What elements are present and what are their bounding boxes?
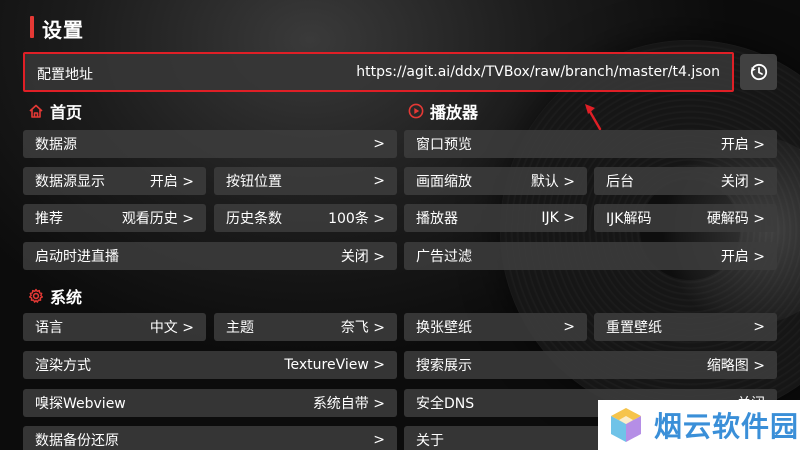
section-player-label: 播放器 xyxy=(430,103,479,122)
row-render-mode[interactable]: 渲染方式 TextureView > xyxy=(23,351,397,379)
row-button-position-label: 按钮位置 xyxy=(226,174,282,190)
section-player: 播放器 xyxy=(408,99,478,123)
row-scaling-value: 默认 > xyxy=(530,174,575,190)
row-source-display[interactable]: 数据源显示 开启 > xyxy=(23,167,206,195)
row-render-mode-value: TextureView > xyxy=(284,357,385,373)
row-ijk-decode[interactable]: IJK解码 硬解码 > xyxy=(594,204,777,232)
row-ad-filter[interactable]: 广告过滤 开启 > xyxy=(404,242,777,270)
row-backup-restore-value: > xyxy=(373,432,385,448)
row-background-value: 关闭 > xyxy=(720,174,765,190)
history-icon xyxy=(750,63,767,81)
row-background[interactable]: 后台 关闭 > xyxy=(594,167,777,195)
row-player[interactable]: 播放器 IJK > xyxy=(404,204,587,232)
row-search-display[interactable]: 搜索展示 缩略图 > xyxy=(404,351,777,379)
row-recommend-label: 推荐 xyxy=(35,211,63,227)
row-search-display-value: 缩略图 > xyxy=(706,358,765,374)
row-source-label: 数据源 xyxy=(35,137,77,153)
row-history-count-value: 100条 > xyxy=(328,211,385,227)
row-window-preview-label: 窗口预览 xyxy=(416,137,472,153)
row-recommend[interactable]: 推荐 观看历史 > xyxy=(23,204,206,232)
row-about-label: 关于 xyxy=(416,433,444,449)
row-language[interactable]: 语言 中文 > xyxy=(23,313,206,341)
row-source-value: > xyxy=(373,136,385,152)
row-secure-dns-label: 安全DNS xyxy=(416,396,475,412)
row-change-wallpaper[interactable]: 换张壁纸 > xyxy=(404,313,587,341)
row-history-count[interactable]: 历史条数 100条 > xyxy=(214,204,397,232)
row-startup-live[interactable]: 启动时进直播 关闭 > xyxy=(23,242,397,270)
row-background-label: 后台 xyxy=(606,174,634,190)
row-change-wallpaper-value: > xyxy=(563,319,575,335)
title-accent-bar xyxy=(30,16,34,38)
row-player-value: IJK > xyxy=(541,210,575,226)
watermark: 烟云软件园 xyxy=(598,400,800,450)
row-theme-value: 奈飞 > xyxy=(340,320,385,336)
row-backup-restore-label: 数据备份还原 xyxy=(35,433,119,449)
row-scaling[interactable]: 画面缩放 默认 > xyxy=(404,167,587,195)
annotation-arrow-icon xyxy=(585,104,602,131)
row-window-preview[interactable]: 窗口预览 开启 > xyxy=(404,130,777,158)
row-source-display-value: 开启 > xyxy=(149,174,194,190)
config-history-button[interactable] xyxy=(740,54,777,90)
settings-screen: 设置 配置地址 https://agit.ai/ddx/TVBox/raw/br… xyxy=(0,0,800,450)
config-address-field[interactable]: 配置地址 https://agit.ai/ddx/TVBox/raw/branc… xyxy=(23,52,734,92)
play-circle-icon xyxy=(408,103,424,119)
gear-icon xyxy=(29,288,43,303)
row-ijk-decode-value: 硬解码 > xyxy=(706,211,765,227)
row-ad-filter-label: 广告过滤 xyxy=(416,249,472,265)
watermark-text: 烟云软件园 xyxy=(654,410,800,443)
config-address-url: https://agit.ai/ddx/TVBox/raw/branch/mas… xyxy=(356,64,720,80)
row-source[interactable]: 数据源 > xyxy=(23,130,397,158)
row-window-preview-value: 开启 > xyxy=(720,137,765,153)
row-theme-label: 主题 xyxy=(226,320,254,336)
row-sniff-webview-value: 系统自带 > xyxy=(312,396,385,412)
row-history-count-label: 历史条数 xyxy=(226,211,282,227)
config-address-label: 配置地址 xyxy=(37,67,93,83)
row-button-position[interactable]: 按钮位置 > xyxy=(214,167,397,195)
section-home-label: 首页 xyxy=(50,103,83,122)
row-search-display-label: 搜索展示 xyxy=(416,358,472,374)
row-render-mode-label: 渲染方式 xyxy=(35,358,91,374)
row-language-value: 中文 > xyxy=(149,320,194,336)
row-source-display-label: 数据源显示 xyxy=(35,174,105,190)
row-sniff-webview[interactable]: 嗅探Webview 系统自带 > xyxy=(23,389,397,417)
row-player-label: 播放器 xyxy=(416,211,458,227)
section-home: 首页 xyxy=(28,99,82,123)
row-ijk-decode-label: IJK解码 xyxy=(606,211,652,227)
row-reset-wallpaper-label: 重置壁纸 xyxy=(606,320,662,336)
page-title: 设置 xyxy=(42,18,84,42)
row-ad-filter-value: 开启 > xyxy=(720,249,765,265)
row-reset-wallpaper[interactable]: 重置壁纸 > xyxy=(594,313,777,341)
cube-logo-icon xyxy=(611,408,641,442)
row-recommend-value: 观看历史 > xyxy=(121,211,194,227)
row-theme[interactable]: 主题 奈飞 > xyxy=(214,313,397,341)
section-system: 系统 xyxy=(28,284,82,308)
row-startup-live-label: 启动时进直播 xyxy=(35,249,119,265)
row-sniff-webview-label: 嗅探Webview xyxy=(35,396,126,412)
row-button-position-value: > xyxy=(373,173,385,189)
row-startup-live-value: 关闭 > xyxy=(340,249,385,265)
row-reset-wallpaper-value: > xyxy=(753,319,765,335)
row-scaling-label: 画面缩放 xyxy=(416,174,472,190)
row-language-label: 语言 xyxy=(35,320,63,336)
section-system-label: 系统 xyxy=(50,288,83,307)
home-icon xyxy=(29,104,43,118)
row-backup-restore[interactable]: 数据备份还原 > xyxy=(23,426,397,450)
row-change-wallpaper-label: 换张壁纸 xyxy=(416,320,472,336)
